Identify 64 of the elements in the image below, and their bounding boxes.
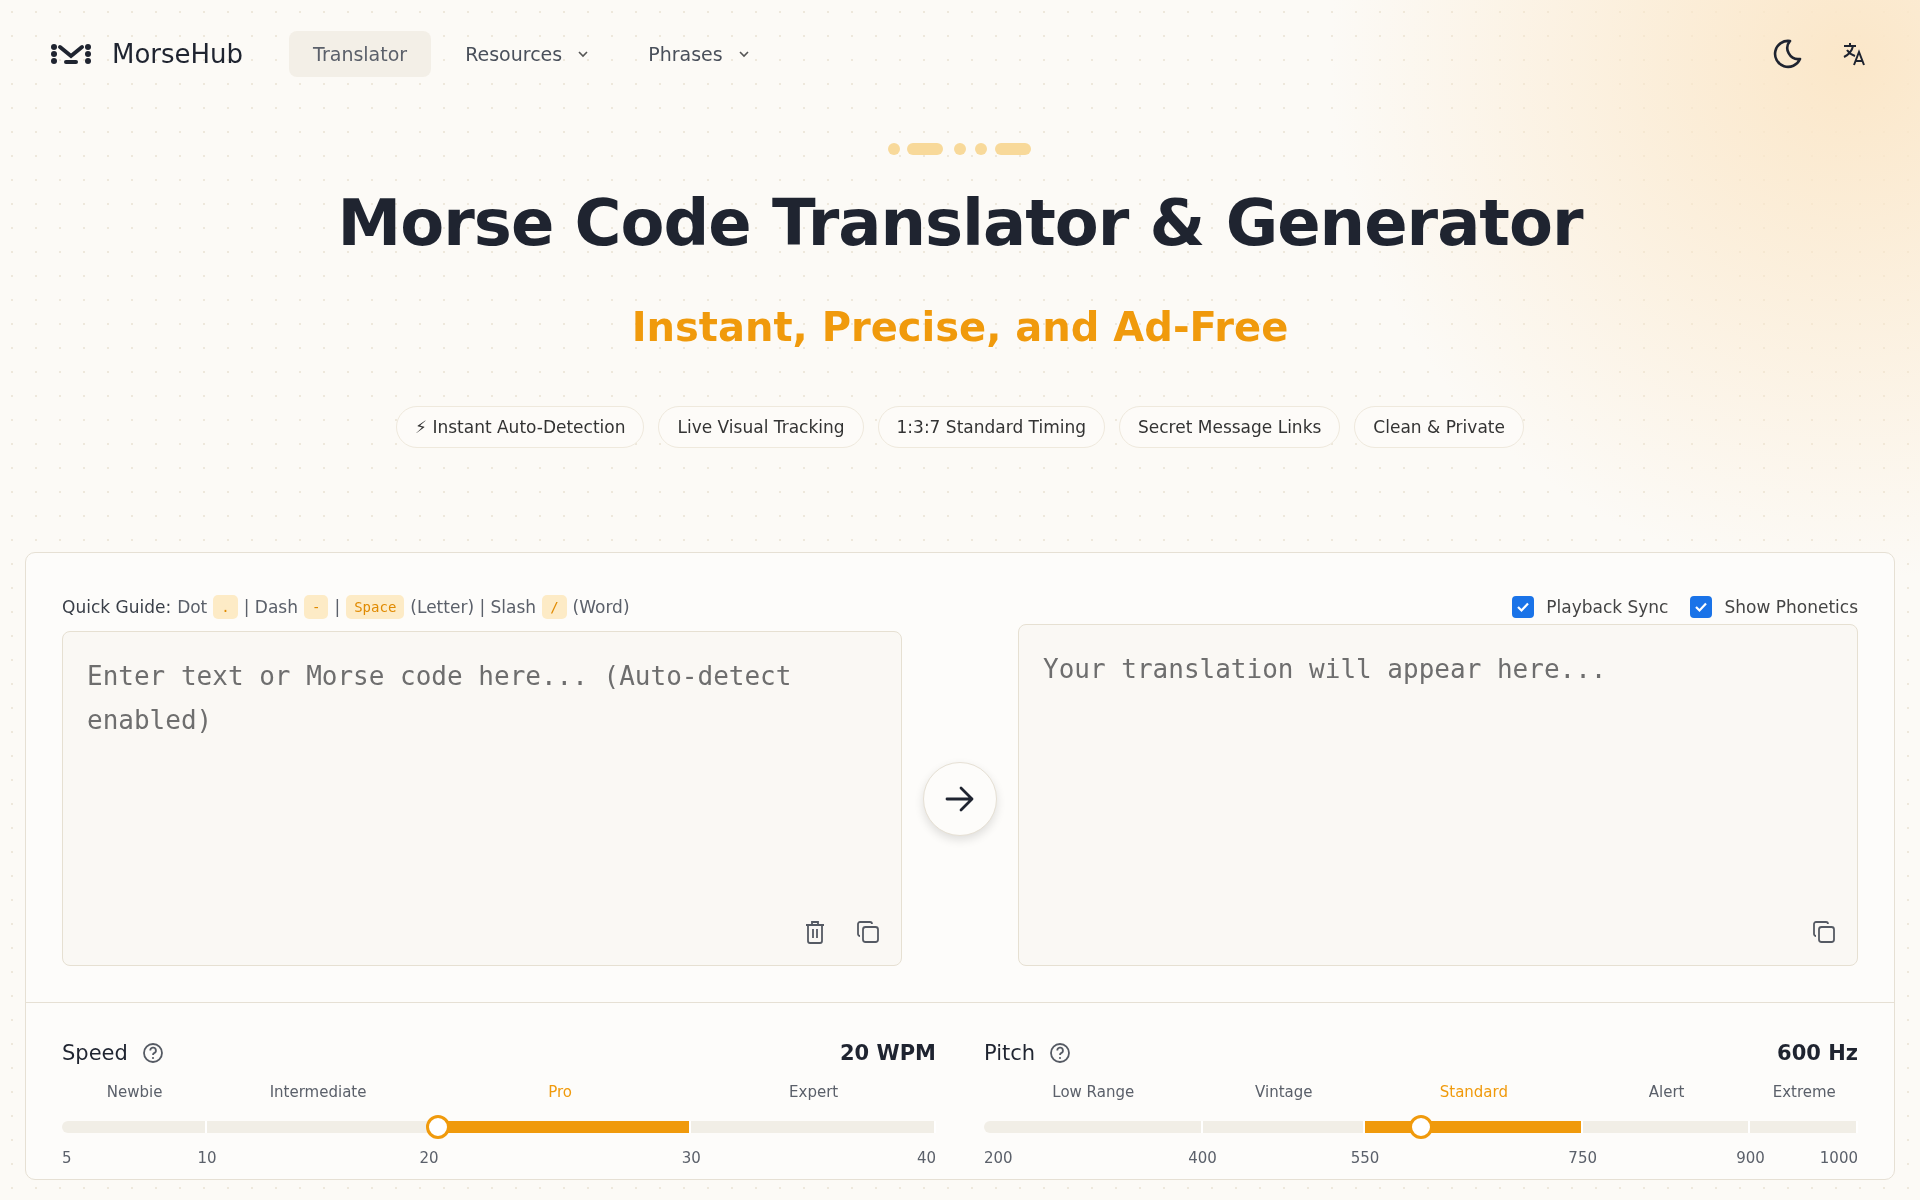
slider-track[interactable] (62, 1115, 936, 1139)
tick-label: 1000 (1819, 1149, 1858, 1167)
slider-thumb[interactable] (425, 1115, 450, 1139)
key-symbol: Space (346, 595, 405, 619)
key-symbol: . (213, 595, 238, 619)
zone-label: Standard (1438, 1083, 1509, 1101)
nav-link[interactable]: Resources (441, 31, 615, 77)
guide-text: | Dash (243, 597, 298, 617)
key-symbol: - (304, 595, 329, 619)
slider-thumb[interactable] (1409, 1115, 1433, 1139)
feature-chip: Secret Message Links (1119, 406, 1341, 448)
zone-label: Vintage (1254, 1083, 1314, 1101)
checkbox[interactable] (1690, 596, 1713, 618)
feature-chip: 1:3:7 Standard Timing (877, 406, 1105, 448)
feature-chip: Live Visual Tracking (658, 406, 864, 448)
zone-label: Pro (547, 1083, 574, 1101)
guide-text: | (334, 597, 341, 617)
tick-label: 30 (681, 1149, 701, 1167)
tick-label: 10 (197, 1149, 217, 1167)
copy-icon[interactable] (856, 920, 880, 944)
checkbox-label: Playback Sync (1546, 597, 1669, 617)
tick-label: 400 (1188, 1149, 1217, 1167)
zone-label: Newbie (105, 1083, 164, 1101)
zone-label: Extreme (1771, 1083, 1837, 1101)
tick-label: 20 (419, 1149, 439, 1167)
logo-icon (50, 42, 92, 66)
nav-link[interactable]: Phrases (624, 31, 775, 77)
slider-label: Pitch (984, 1041, 1036, 1065)
guide-text: (Word) (572, 597, 630, 617)
feature-chip: ⚡ Instant Auto-Detection (396, 406, 645, 448)
tick-label: 550 (1350, 1149, 1380, 1167)
arrow-right-icon (944, 784, 976, 813)
tick-label: 40 (916, 1149, 936, 1167)
checkbox-label: Show Phonetics (1724, 597, 1858, 617)
guide-text: Dot (177, 597, 208, 617)
help-icon[interactable] (141, 1042, 164, 1064)
zone-label: Alert (1647, 1083, 1686, 1101)
feature-chip: Clean & Private (1354, 406, 1524, 448)
slider-reading: 20 WPM (840, 1041, 936, 1065)
zone-label: Intermediate (268, 1083, 368, 1101)
nav-link[interactable]: Translator (289, 31, 432, 77)
tick-label: 5 (62, 1149, 72, 1167)
translate-icon[interactable] (1842, 41, 1868, 67)
trash-icon[interactable] (804, 920, 826, 944)
tick-label: 750 (1568, 1149, 1597, 1167)
page-title: Morse Code Translator & Generator (337, 186, 1583, 260)
checkbox[interactable] (1512, 596, 1535, 618)
output-field[interactable]: Your translation will appear here... (1018, 623, 1858, 966)
tick-label: 900 (1736, 1149, 1765, 1167)
zone-label: Low Range (1051, 1083, 1136, 1101)
zone-label: Expert (788, 1083, 840, 1101)
slider-track[interactable] (984, 1115, 1858, 1139)
help-icon[interactable] (1049, 1042, 1072, 1064)
page-subtitle: Instant, Precise, and Ad-Free (631, 304, 1289, 350)
input-field[interactable]: Enter text or Morse code here... (Auto-detect enabled) (62, 631, 902, 966)
translate-button[interactable] (923, 761, 997, 836)
slider-reading: 600 Hz (1777, 1041, 1858, 1065)
tick-label: 200 (984, 1149, 1013, 1167)
key-symbol: / (542, 595, 567, 619)
copy-icon[interactable] (1812, 919, 1836, 944)
brand-name[interactable]: MorseHub (112, 39, 244, 69)
slider-label: Speed (62, 1041, 128, 1065)
guide-label: Quick Guide: (62, 597, 172, 617)
guide-text: (Letter) | Slash (410, 597, 537, 617)
